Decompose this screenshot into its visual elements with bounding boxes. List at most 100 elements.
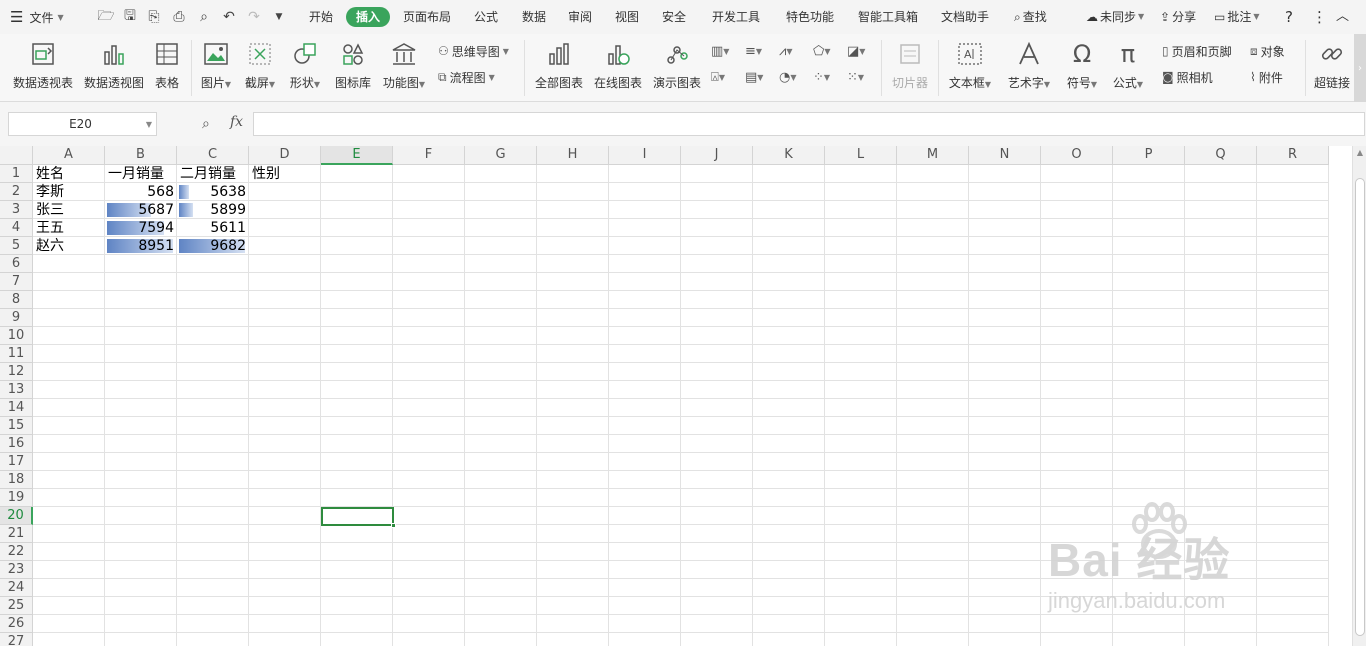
column-header-A[interactable]: A (33, 146, 105, 165)
cell-D1[interactable]: 性别 (249, 165, 321, 183)
line-chart-icon[interactable]: ⩘ ▼ (779, 42, 803, 60)
icon-library-button[interactable]: 图标库 (334, 38, 372, 94)
help-button[interactable]: ? (1285, 7, 1293, 27)
row-header-26[interactable]: 26 (0, 615, 33, 633)
tab-page-layout[interactable]: 页面布局 (396, 7, 458, 27)
tab-home[interactable]: 开始 (300, 7, 342, 27)
ribbon-scroll-right-icon[interactable]: › (1354, 34, 1366, 102)
row-header-23[interactable]: 23 (0, 561, 33, 579)
row-header-21[interactable]: 21 (0, 525, 33, 543)
combo-chart-icon[interactable]: ▤ ▼ (745, 68, 769, 86)
cell-B1[interactable]: 一月销量 (105, 165, 177, 183)
tab-view[interactable]: 视图 (607, 7, 647, 27)
row-header-12[interactable]: 12 (0, 363, 33, 381)
column-header-O[interactable]: O (1041, 146, 1113, 165)
column-header-D[interactable]: D (249, 146, 321, 165)
area-chart-icon[interactable]: ◪ ▼ (847, 42, 871, 60)
pivot-chart-button[interactable]: 数据透视图 (83, 38, 145, 94)
active-cell-selection[interactable] (321, 507, 394, 526)
column-header-C[interactable]: C (177, 146, 249, 165)
object-button[interactable]: ⧈ 对象 (1250, 42, 1285, 60)
cell-B5[interactable]: 8951 (105, 237, 177, 255)
row-header-24[interactable]: 24 (0, 579, 33, 597)
row-header-13[interactable]: 13 (0, 381, 33, 399)
cell-B2[interactable]: 568 (105, 183, 177, 201)
print-preview-icon[interactable]: ⌕ (194, 7, 214, 27)
row-header-10[interactable]: 10 (0, 327, 33, 345)
redo-icon[interactable]: ↷ (244, 7, 264, 27)
screenshot-button[interactable]: 截屏▼ (242, 38, 278, 94)
picture-button[interactable]: 图片▼ (198, 38, 234, 94)
fx-icon[interactable]: fx (230, 114, 243, 130)
row-header-4[interactable]: 4 (0, 219, 33, 237)
column-header-K[interactable]: K (753, 146, 825, 165)
row-header-25[interactable]: 25 (0, 597, 33, 615)
row-header-14[interactable]: 14 (0, 399, 33, 417)
sync-button[interactable]: ☁ 未同步 ▼ (1086, 7, 1144, 27)
scatter-chart-icon[interactable]: ⁘ ▼ (813, 68, 837, 86)
function-chart-button[interactable]: 功能图▼ (381, 38, 427, 94)
column-header-H[interactable]: H (537, 146, 609, 165)
slicer-button[interactable]: 切片器 (888, 38, 932, 94)
column-header-L[interactable]: L (825, 146, 897, 165)
column-header-F[interactable]: F (393, 146, 465, 165)
column-header-B[interactable]: B (105, 146, 177, 165)
cell-B3[interactable]: 5687 (105, 201, 177, 219)
tab-security[interactable]: 安全 (654, 7, 694, 27)
shape-button[interactable]: 形状▼ (287, 38, 323, 94)
row-header-7[interactable]: 7 (0, 273, 33, 291)
art-text-button[interactable]: 艺术字▼ (1004, 38, 1054, 94)
bubble-chart-icon[interactable]: ⁙ ▼ (847, 68, 871, 86)
column-header-Q[interactable]: Q (1185, 146, 1257, 165)
row-header-18[interactable]: 18 (0, 471, 33, 489)
scrollbar-thumb[interactable] (1355, 178, 1365, 636)
cell-B4[interactable]: 7594 (105, 219, 177, 237)
tab-developer[interactable]: 开发工具 (704, 7, 768, 27)
cell-C2[interactable]: 5638 (177, 183, 249, 201)
attachment-button[interactable]: ⌇ 附件 (1250, 68, 1283, 86)
chevron-down-icon[interactable]: ▼ (142, 120, 156, 129)
zoom-icon[interactable]: ⌕ (202, 116, 210, 132)
tab-insert[interactable]: 插入 (346, 7, 390, 27)
select-all-corner[interactable] (0, 146, 33, 165)
fill-handle[interactable] (391, 523, 396, 528)
textbox-button[interactable]: A 文本框▼ (946, 38, 994, 94)
row-header-8[interactable]: 8 (0, 291, 33, 309)
tab-review[interactable]: 审阅 (560, 7, 600, 27)
row-header-17[interactable]: 17 (0, 453, 33, 471)
cell-C3[interactable]: 5899 (177, 201, 249, 219)
mind-map-button[interactable]: ⚇ 思维导图 ▼ (438, 42, 509, 60)
pivot-table-button[interactable]: 数据透视表 (12, 38, 74, 94)
cell-C1[interactable]: 二月销量 (177, 165, 249, 183)
tab-doc-assistant[interactable]: 文档助手 (934, 7, 996, 27)
row-header-27[interactable]: 27 (0, 633, 33, 646)
cell-C4[interactable]: 5611 (177, 219, 249, 237)
row-header-11[interactable]: 11 (0, 345, 33, 363)
cell-A1[interactable]: 姓名 (33, 165, 105, 183)
row-header-6[interactable]: 6 (0, 255, 33, 273)
row-header-19[interactable]: 19 (0, 489, 33, 507)
stock-chart-icon[interactable]: ⍓ ▼ (711, 68, 735, 86)
name-box[interactable]: E20 ▼ (8, 112, 157, 136)
cell-C5[interactable]: 9682 (177, 237, 249, 255)
online-charts-button[interactable]: 在线图表 (593, 38, 643, 94)
row-header-9[interactable]: 9 (0, 309, 33, 327)
tab-smart-toolbox[interactable]: 智能工具箱 (852, 7, 924, 27)
tab-features[interactable]: 特色功能 (778, 7, 842, 27)
print-icon[interactable]: ⎙ (169, 7, 189, 27)
hyperlink-button[interactable]: 超链接 (1312, 38, 1352, 94)
save-icon[interactable]: 🖫 (120, 7, 140, 27)
column-header-M[interactable]: M (897, 146, 969, 165)
more-icon[interactable]: ⋮ (1312, 7, 1327, 27)
row-header-22[interactable]: 22 (0, 543, 33, 561)
pie-chart-icon[interactable]: ◔ ▼ (779, 68, 803, 86)
row-header-16[interactable]: 16 (0, 435, 33, 453)
column-header-N[interactable]: N (969, 146, 1041, 165)
cell-A3[interactable]: 张三 (33, 201, 105, 219)
open-icon[interactable]: 🗁 (96, 7, 116, 27)
all-charts-button[interactable]: 全部图表 (534, 38, 584, 94)
share-button[interactable]: ⇪ 分享 (1160, 7, 1196, 27)
row-header-2[interactable]: 2 (0, 183, 33, 201)
search-button[interactable]: ⌕ 查找 (1014, 7, 1047, 27)
row-header-3[interactable]: 3 (0, 201, 33, 219)
